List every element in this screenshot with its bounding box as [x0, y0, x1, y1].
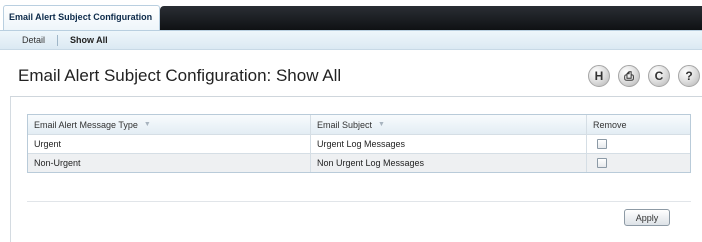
tab-bar-background: [160, 6, 702, 30]
sort-arrow-icon: ▼: [378, 121, 385, 128]
subnav-detail[interactable]: Detail: [22, 35, 45, 45]
apply-button[interactable]: Apply: [624, 209, 670, 226]
actions-divider: [27, 201, 691, 202]
refresh-icon[interactable]: C: [648, 65, 670, 87]
remove-checkbox[interactable]: [597, 158, 607, 168]
cell-message-type: Urgent: [28, 135, 311, 153]
column-header-label: Remove: [593, 119, 627, 130]
column-header-remove: Remove: [587, 115, 690, 134]
column-header-label: Email Subject: [317, 119, 373, 130]
cell-remove: [587, 154, 690, 172]
cell-remove: [587, 135, 690, 153]
top-tab-bar: Email Alert Subject Configuration: [0, 0, 702, 30]
table-header-row: Email Alert Message Type ▼ Email Subject…: [28, 115, 690, 134]
subnav-show-all[interactable]: Show All: [70, 35, 108, 45]
cell-email-subject: Non Urgent Log Messages: [311, 154, 587, 172]
sort-arrow-icon: ▼: [143, 121, 151, 128]
table-row: Non-Urgent Non Urgent Log Messages: [28, 153, 690, 172]
column-header-email-subject[interactable]: Email Subject ▼: [311, 115, 587, 134]
email-subject-table: Email Alert Message Type ▼ Email Subject…: [27, 114, 691, 173]
page-title: Email Alert Subject Configuration: Show …: [18, 66, 342, 85]
tab-email-alert-subject-configuration[interactable]: Email Alert Subject Configuration: [3, 5, 160, 30]
cell-email-subject: Urgent Log Messages: [311, 135, 587, 153]
column-header-message-type[interactable]: Email Alert Message Type ▼: [28, 115, 311, 134]
save-icon[interactable]: H: [588, 65, 610, 87]
column-header-label: Email Alert Message Type: [34, 119, 138, 130]
print-icon[interactable]: ⎙: [618, 65, 640, 87]
sub-navigation: Detail Show All: [0, 30, 702, 50]
remove-checkbox[interactable]: [597, 139, 607, 149]
help-icon[interactable]: ?: [678, 65, 700, 87]
subnav-divider: [57, 35, 58, 46]
cell-message-type: Non-Urgent: [28, 154, 311, 172]
table-row: Urgent Urgent Log Messages: [28, 134, 690, 153]
